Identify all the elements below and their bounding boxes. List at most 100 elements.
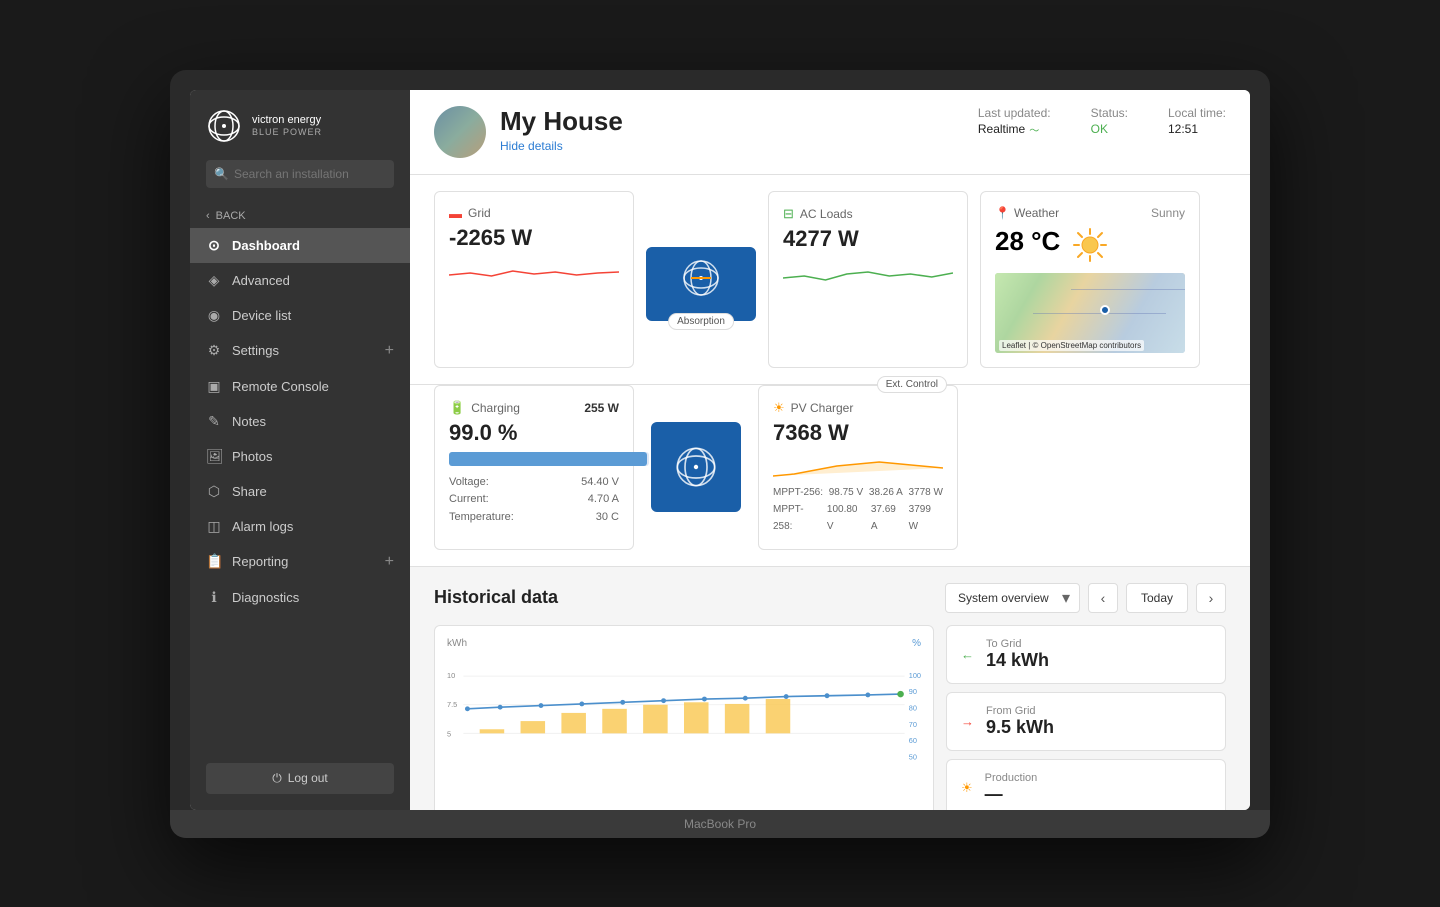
grid-card-title: ▬ Grid [449,206,619,221]
charge-bar-fill [449,452,647,466]
logout-icon: ⏻ [272,771,282,786]
charging-title: 🔋 Charging 255 W [449,400,619,416]
charging-card: 🔋 Charging 255 W 99.0 % Voltage:54.40 V … [434,385,634,550]
grid-mini-chart [449,257,619,285]
reporting-icon: 📋 [206,553,222,570]
hide-details-link[interactable]: Hide details [500,139,563,153]
realtime-wave-icon: 〜 [1029,122,1039,137]
charge-bar-container [449,452,649,466]
sidebar-item-notes[interactable]: ✎ Notes [190,404,410,439]
realtime-status: Realtime 〜 [978,122,1051,137]
dashboard-grid: ▬ Grid -2265 W [410,175,1250,385]
sidebar-item-alarm-logs[interactable]: ◫ Alarm logs [190,509,410,544]
house-title-area: My House Hide details [500,106,623,155]
laptop-bottom-bar: MacBook Pro [170,810,1270,838]
remote-console-icon: ▣ [206,378,222,395]
settings-expand-icon[interactable]: + [385,342,394,360]
back-button[interactable]: ‹ BACK [190,204,410,228]
sidebar-item-share[interactable]: ⬡ Share [190,474,410,509]
sidebar-item-device-list[interactable]: ◉ Device list [190,298,410,333]
historical-title: Historical data [434,587,558,608]
svg-text:5: 5 [447,729,451,738]
sidebar-item-label: Advanced [232,273,290,288]
sidebar-nav: ⊙ Dashboard ◈ Advanced ◉ Device list ⚙ S… [190,228,410,747]
sidebar-item-dashboard[interactable]: ⊙ Dashboard [190,228,410,263]
sidebar-item-photos[interactable]: 🖼 Photos [190,439,410,474]
second-inverter-card [651,422,741,512]
weather-spacer [970,385,1190,550]
sidebar-item-label: Photos [232,449,272,464]
sidebar-item-label: Alarm logs [232,519,293,534]
pv-charger-title: ☀ PV Charger [773,400,943,416]
charging-watts: 255 W [584,401,619,415]
sidebar-item-label: Share [232,484,267,499]
weather-temperature: 28 °C [995,226,1060,257]
view-dropdown[interactable]: System overview [945,583,1080,613]
sidebar-item-label: Reporting [232,554,288,569]
charging-icon: 🔋 [449,400,465,416]
ac-loads-title: ⊟ AC Loads [783,206,953,222]
svg-text:7.5: 7.5 [447,700,457,709]
sidebar-item-diagnostics[interactable]: ℹ Diagnostics [190,580,410,615]
prev-date-button[interactable]: ‹ [1088,583,1118,613]
house-avatar [434,106,486,158]
center-connector [646,385,746,550]
sidebar-item-reporting[interactable]: 📋 Reporting + [190,544,410,580]
notes-icon: ✎ [206,413,222,430]
pv-charger-value: 7368 W [773,420,943,446]
weather-top: 📍 Weather Sunny [995,206,1185,220]
svg-text:50: 50 [909,752,917,761]
sidebar-item-label: Remote Console [232,379,329,394]
date-label: Today [1126,583,1188,613]
logout-button[interactable]: ⏻ Log out [206,763,394,794]
settings-icon: ⚙ [206,342,222,359]
map-widget[interactable]: Leaflet | © OpenStreetMap contributors [995,273,1185,353]
back-arrow-icon: ‹ [206,210,210,222]
advanced-icon: ◈ [206,272,222,289]
pv-charger-card: Ext. Control ☀ PV Charger 7368 W MPPT-25… [758,385,958,550]
sidebar-item-remote-console[interactable]: ▣ Remote Console [190,369,410,404]
pv-mppt-details: MPPT-256: 98.75 V 38.26 A 3778 W MPPT-25… [773,484,943,535]
brand-name: victron energy [252,113,322,127]
location-pin-icon: 📍 [995,206,1010,220]
chart-svg: 10 7.5 5 [447,657,921,777]
inverter-column: Absorption [646,201,756,368]
logout-area: ⏻ Log out [190,747,410,810]
chart-pct-label: % [912,638,921,649]
dashboard-icon: ⊙ [206,237,222,254]
search-area: 🔍 [190,160,410,204]
production-stat: ☀ Production — [946,759,1226,810]
brand-sub: BLUE POWER [252,127,322,139]
search-input[interactable] [206,160,394,188]
map-credit: Leaflet | © OpenStreetMap contributors [999,340,1144,351]
laptop-label: MacBook Pro [684,817,756,831]
reporting-expand-icon[interactable]: + [385,553,394,571]
weather-card: 📍 Weather Sunny 28 °C [980,191,1200,368]
svg-text:90: 90 [909,687,917,696]
ac-loads-mini-chart [783,258,953,286]
ac-loads-icon: ⊟ [783,206,794,222]
photos-icon: 🖼 [206,448,222,465]
to-grid-arrow-icon: ← [961,647,974,662]
sidebar-item-settings[interactable]: ⚙ Settings + [190,333,410,369]
sun-icon [1072,227,1108,263]
local-time-meta: Local time: 12:51 [1168,106,1226,136]
sidebar-item-advanced[interactable]: ◈ Advanced [190,263,410,298]
sidebar-item-label: Device list [232,308,291,323]
alarm-logs-icon: ◫ [206,518,222,535]
sidebar: victron energy BLUE POWER 🔍 ‹ BACK ⊙ [190,90,410,810]
inverter-card: Absorption [646,247,756,321]
historical-header: Historical data System overview ‹ Today … [434,583,1226,613]
absorption-badge: Absorption [668,313,734,330]
status-meta: Status: OK [1091,106,1128,136]
pv-sun-icon: ☀ [773,400,785,416]
charging-percent: 99.0 % [449,420,619,446]
next-date-button[interactable]: › [1196,583,1226,613]
second-inverter-logo [674,445,718,489]
weather-condition: Sunny [1151,206,1185,220]
historical-section: Historical data System overview ‹ Today … [410,567,1250,810]
view-dropdown-wrap: System overview [945,583,1080,613]
sidebar-item-label: Dashboard [232,238,300,253]
svg-text:60: 60 [909,736,917,745]
chart-area: kWh % 10 7.5 5 [434,625,934,810]
